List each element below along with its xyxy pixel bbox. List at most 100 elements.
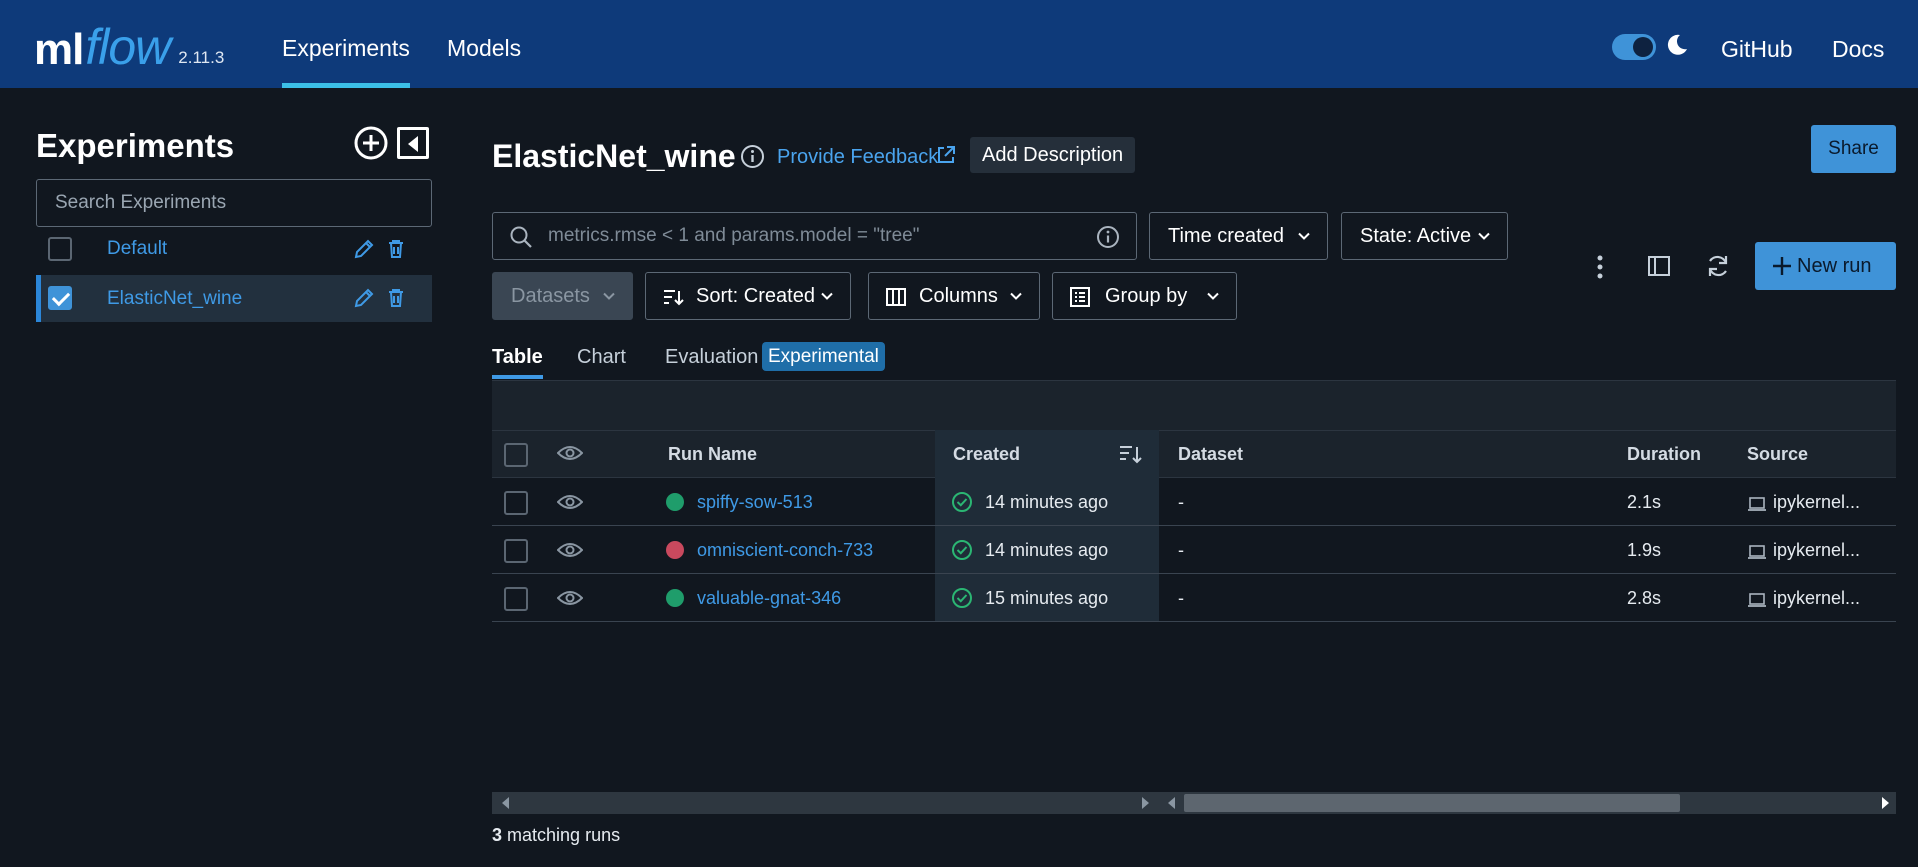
group-by-icon [1070,287,1090,307]
trash-icon[interactable] [384,286,408,310]
horizontal-scrollbar[interactable] [492,792,1896,814]
scroll-left-arrow[interactable] [502,797,509,809]
edit-icon[interactable] [352,237,376,261]
chevron-down-icon [1298,232,1310,240]
check-circle-icon [952,492,972,512]
top-navbar: ml flow 2.11.3 Experiments Models GitHub D… [0,0,1918,88]
duration-value: 2.8s [1627,588,1662,608]
add-experiment-icon[interactable] [354,126,388,160]
eye-icon[interactable] [557,589,583,607]
external-link-icon[interactable] [935,144,957,166]
datasets-dropdown[interactable]: Datasets [492,272,633,320]
duration-value: 1.9s [1627,540,1662,560]
group-by-dropdown[interactable]: Group by [1052,272,1237,320]
info-icon[interactable] [740,144,765,169]
mlflow-logo[interactable]: ml flow 2.11.3 [34,12,224,72]
new-run-button[interactable]: New run [1755,242,1896,290]
add-description-button[interactable]: Add Description [970,137,1136,173]
experiment-item-elasticnet-wine[interactable]: ElasticNet_wine [36,275,432,322]
experimental-badge: Experimental [762,342,885,371]
search-placeholder: metrics.rmse < 1 and params.model = "tre… [548,225,920,246]
laptop-icon [1748,593,1766,607]
experiment-name[interactable]: ElasticNet_wine [107,275,242,322]
info-icon[interactable] [1096,225,1120,249]
new-run-label: New run [1797,255,1872,277]
check-circle-icon [952,540,972,560]
eye-icon[interactable] [557,541,583,559]
runs-search-input[interactable]: metrics.rmse < 1 and params.model = "tre… [492,212,1137,260]
moon-icon [1667,34,1687,55]
sort-dropdown[interactable]: Sort: Created [645,272,851,320]
column-header-duration[interactable]: Duration [1627,430,1701,478]
dark-mode-toggle[interactable] [1612,34,1656,60]
tab-evaluation[interactable]: Evaluation [665,345,758,369]
columns-label: Columns [919,285,998,307]
toggle-knob [1633,37,1653,57]
columns-icon [886,288,906,306]
column-header-source[interactable]: Source [1747,430,1808,478]
source-value[interactable]: ipykernel... [1773,574,1860,622]
laptop-icon [1748,497,1766,511]
scroll-right-arrow[interactable] [1882,797,1889,809]
source-value[interactable]: ipykernel... [1773,526,1860,574]
trash-icon[interactable] [384,237,408,261]
share-button[interactable]: Share [1811,125,1896,173]
tab-table[interactable]: Table [492,345,543,379]
chevron-down-icon [1478,232,1490,240]
scroll-left-arrow-main[interactable] [1168,797,1175,809]
state-label: State: Active [1360,225,1472,247]
column-header-dataset[interactable]: Dataset [1178,430,1243,478]
group-by-label: Group by [1105,285,1188,307]
edit-icon[interactable] [352,286,376,310]
chevron-down-icon [821,292,833,300]
source-value[interactable]: ipykernel... [1773,478,1860,526]
dataset-value: - [1178,540,1184,560]
plus-icon [1773,257,1791,275]
matching-count: 3 [492,825,503,845]
row-checkbox[interactable] [504,587,528,611]
refresh-icon[interactable] [1705,253,1731,279]
experiment-checkbox[interactable] [48,237,72,261]
more-vertical-icon[interactable] [1594,253,1606,281]
row-checkbox[interactable] [504,491,528,515]
experiment-checkbox[interactable] [48,286,72,310]
run-name-link[interactable]: omniscient-conch-733 [697,526,873,574]
search-experiments-input[interactable]: Search Experiments [36,179,432,227]
laptop-icon [1748,545,1766,559]
run-name-link[interactable]: spiffy-sow-513 [697,478,813,526]
time-created-label: Time created [1168,225,1284,247]
tab-chart[interactable]: Chart [577,345,626,369]
column-header-created[interactable]: Created [953,430,1020,478]
time-created-dropdown[interactable]: Time created [1149,212,1328,260]
nav-models[interactable]: Models [447,0,521,88]
columns-dropdown[interactable]: Columns [868,272,1040,320]
experiment-title: ElasticNet_wine [492,138,736,174]
sort-icon[interactable] [1118,443,1142,465]
scrollbar-thumb[interactable] [1184,794,1680,812]
row-checkbox[interactable] [504,539,528,563]
duration-value: 2.1s [1627,492,1662,512]
status-dot [666,493,684,511]
experiment-item-default[interactable]: Default [36,225,432,272]
status-dot [666,541,684,559]
search-icon [510,226,532,248]
chevron-down-icon [603,292,615,300]
experiment-name[interactable]: Default [107,225,167,272]
nav-experiments[interactable]: Experiments [282,0,410,88]
side-panel-icon[interactable] [1647,254,1671,278]
run-name-link[interactable]: valuable-gnat-346 [697,574,841,622]
provide-feedback-link[interactable]: Provide Feedback [777,144,938,170]
eye-icon[interactable] [557,493,583,511]
sidebar-title: Experiments [36,127,235,164]
eye-icon[interactable] [557,444,583,462]
docs-link[interactable]: Docs [1832,0,1884,88]
column-header-run-name[interactable]: Run Name [668,430,757,478]
created-value: 15 minutes ago [985,588,1109,608]
check-circle-icon [952,588,972,608]
dataset-value: - [1178,492,1184,512]
github-link[interactable]: GitHub [1721,0,1793,88]
select-all-checkbox[interactable] [504,443,528,467]
scroll-right-arrow-pinned[interactable] [1142,797,1149,809]
collapse-sidebar-icon[interactable] [397,127,429,159]
state-dropdown[interactable]: State: Active [1341,212,1508,260]
